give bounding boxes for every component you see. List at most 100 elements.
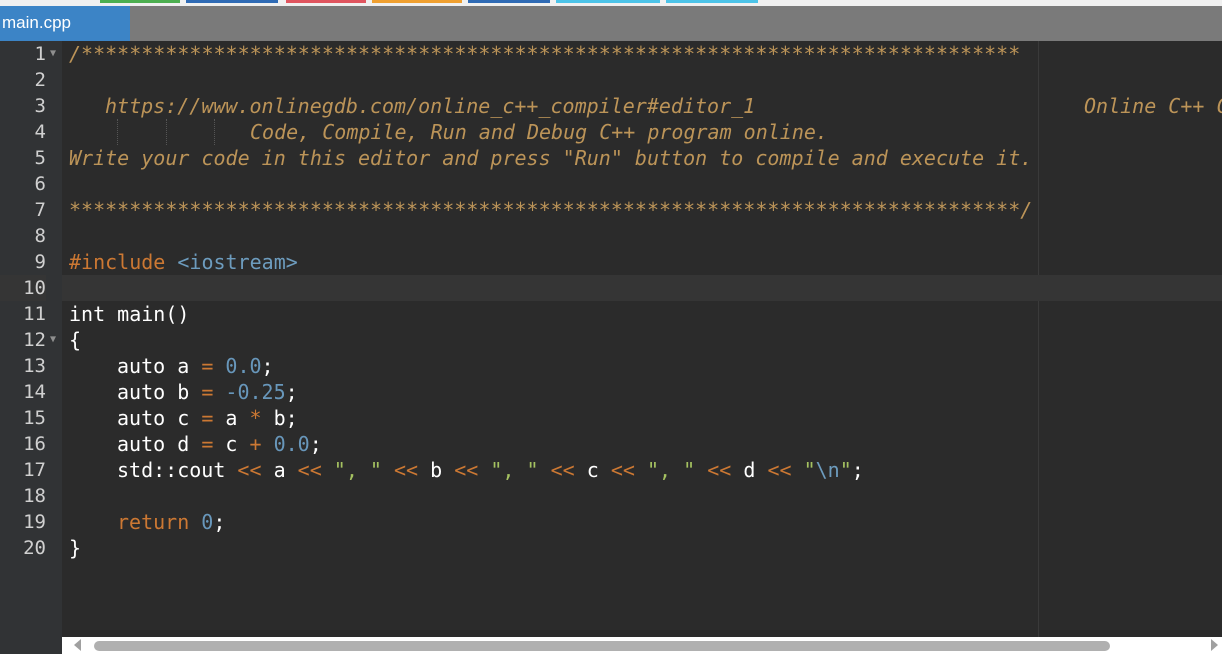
line-number: 7 <box>34 199 46 221</box>
line-number: 5 <box>34 147 46 169</box>
comment-text: Write your code in this editor and press… <box>69 146 1033 170</box>
scroll-left-icon[interactable] <box>74 639 81 651</box>
variable: d <box>177 432 190 456</box>
code-line: Write your code in this editor and press… <box>62 145 1032 171</box>
file-tab-bar: main.cpp <box>0 6 1222 41</box>
number-literal: -0.25 <box>225 380 286 404</box>
line-number: 18 <box>23 485 46 507</box>
keyword-auto: auto <box>117 354 166 378</box>
scroll-right-icon[interactable] <box>1211 639 1218 651</box>
line-number: 3 <box>34 95 46 117</box>
variable: b <box>430 458 443 482</box>
comment-text: Online C++ C <box>1084 94 1222 118</box>
code-line: https://www.onlinegdb.com/online_c++_com… <box>62 93 1222 119</box>
escape-sequence: \n <box>815 458 840 482</box>
active-line-highlight <box>62 275 1222 301</box>
semicolon: ; <box>261 354 274 378</box>
operator: = <box>201 432 214 456</box>
open-brace: { <box>69 328 82 352</box>
accent-segment <box>100 0 180 3</box>
code-line: #include <iostream> <box>62 249 298 275</box>
semicolon: ; <box>309 432 322 456</box>
variable: a <box>225 406 238 430</box>
semicolon: ; <box>851 458 864 482</box>
keyword-auto: auto <box>117 406 166 430</box>
line-number: 12 <box>23 329 46 351</box>
variable: c <box>586 458 599 482</box>
operator: = <box>201 406 214 430</box>
accent-segment <box>286 0 366 3</box>
code-line: auto b = -0.25; <box>62 379 298 405</box>
line-number: 4 <box>34 121 46 143</box>
operator: << <box>707 458 732 482</box>
operator: << <box>394 458 419 482</box>
string-quote: " <box>803 458 816 482</box>
code-line: } <box>62 535 110 561</box>
string-literal: ", " <box>490 458 539 482</box>
line-number: 14 <box>23 381 46 403</box>
accent-segment <box>468 0 550 3</box>
code-line: { <box>62 327 110 353</box>
code-line: int main() <box>62 301 189 327</box>
line-number: 6 <box>34 173 46 195</box>
indent-guide <box>166 119 168 145</box>
comment-url: https://www.onlinegdb.com/online_c++_com… <box>105 94 756 118</box>
fold-arrow-icon[interactable]: ▼ <box>50 327 60 353</box>
number-literal: 0 <box>201 510 214 534</box>
indent-guide <box>214 119 216 145</box>
line-number: 1 <box>34 43 46 65</box>
function-signature: int main() <box>69 302 190 326</box>
line-number: 19 <box>23 511 46 533</box>
operator: + <box>249 432 262 456</box>
variable: b <box>177 380 190 404</box>
operator: << <box>237 458 262 482</box>
comment-text: /***************************************… <box>69 42 1021 66</box>
accent-segment <box>666 0 758 3</box>
accent-segment <box>186 0 278 3</box>
operator: = <box>201 354 214 378</box>
line-number: 13 <box>23 355 46 377</box>
accent-segment <box>556 0 660 3</box>
line-number: 9 <box>34 251 46 273</box>
operator: << <box>767 458 792 482</box>
operator: << <box>610 458 635 482</box>
variable: a <box>177 354 190 378</box>
string-literal: ", " <box>333 458 382 482</box>
operator: = <box>201 380 214 404</box>
variable: c <box>177 406 190 430</box>
code-line: ****************************************… <box>62 197 1032 223</box>
line-number: 16 <box>23 433 46 455</box>
line-number: 20 <box>23 537 46 559</box>
tab-main-cpp[interactable]: main.cpp <box>0 6 130 41</box>
number-literal: 0.0 <box>225 354 262 378</box>
keyword-return: return <box>117 510 190 534</box>
semicolon: ; <box>285 380 298 404</box>
line-number: 11 <box>23 303 46 325</box>
include-header: <iostream> <box>177 250 298 274</box>
code-line: return 0; <box>62 509 225 535</box>
preprocessor-directive: #include <box>69 250 166 274</box>
comment-text: Code, Compile, Run and Debug C++ program… <box>250 120 828 144</box>
operator: << <box>297 458 322 482</box>
line-number: 2 <box>34 69 46 91</box>
code-editor[interactable]: /***************************************… <box>62 41 1222 637</box>
line-number: 15 <box>23 407 46 429</box>
code-line: std::cout << a << ", " << b << ", " << c… <box>62 457 864 483</box>
operator: * <box>249 406 262 430</box>
keyword-auto: auto <box>117 380 166 404</box>
operator: << <box>550 458 575 482</box>
line-number: 10 <box>0 275 46 301</box>
horizontal-scrollbar[interactable] <box>62 637 1222 654</box>
scrollbar-thumb[interactable] <box>94 641 1110 651</box>
code-line: /***************************************… <box>62 41 1020 67</box>
variable: a <box>273 458 286 482</box>
code-line: auto d = c + 0.0; <box>62 431 322 457</box>
number-literal: 0.0 <box>273 432 310 456</box>
code-line: Code, Compile, Run and Debug C++ program… <box>62 119 828 145</box>
std-cout: std::cout <box>117 458 226 482</box>
semicolon: ; <box>285 406 298 430</box>
variable: c <box>225 432 238 456</box>
keyword-auto: auto <box>117 432 166 456</box>
variable: b <box>273 406 286 430</box>
fold-arrow-icon[interactable]: ▼ <box>50 41 60 67</box>
